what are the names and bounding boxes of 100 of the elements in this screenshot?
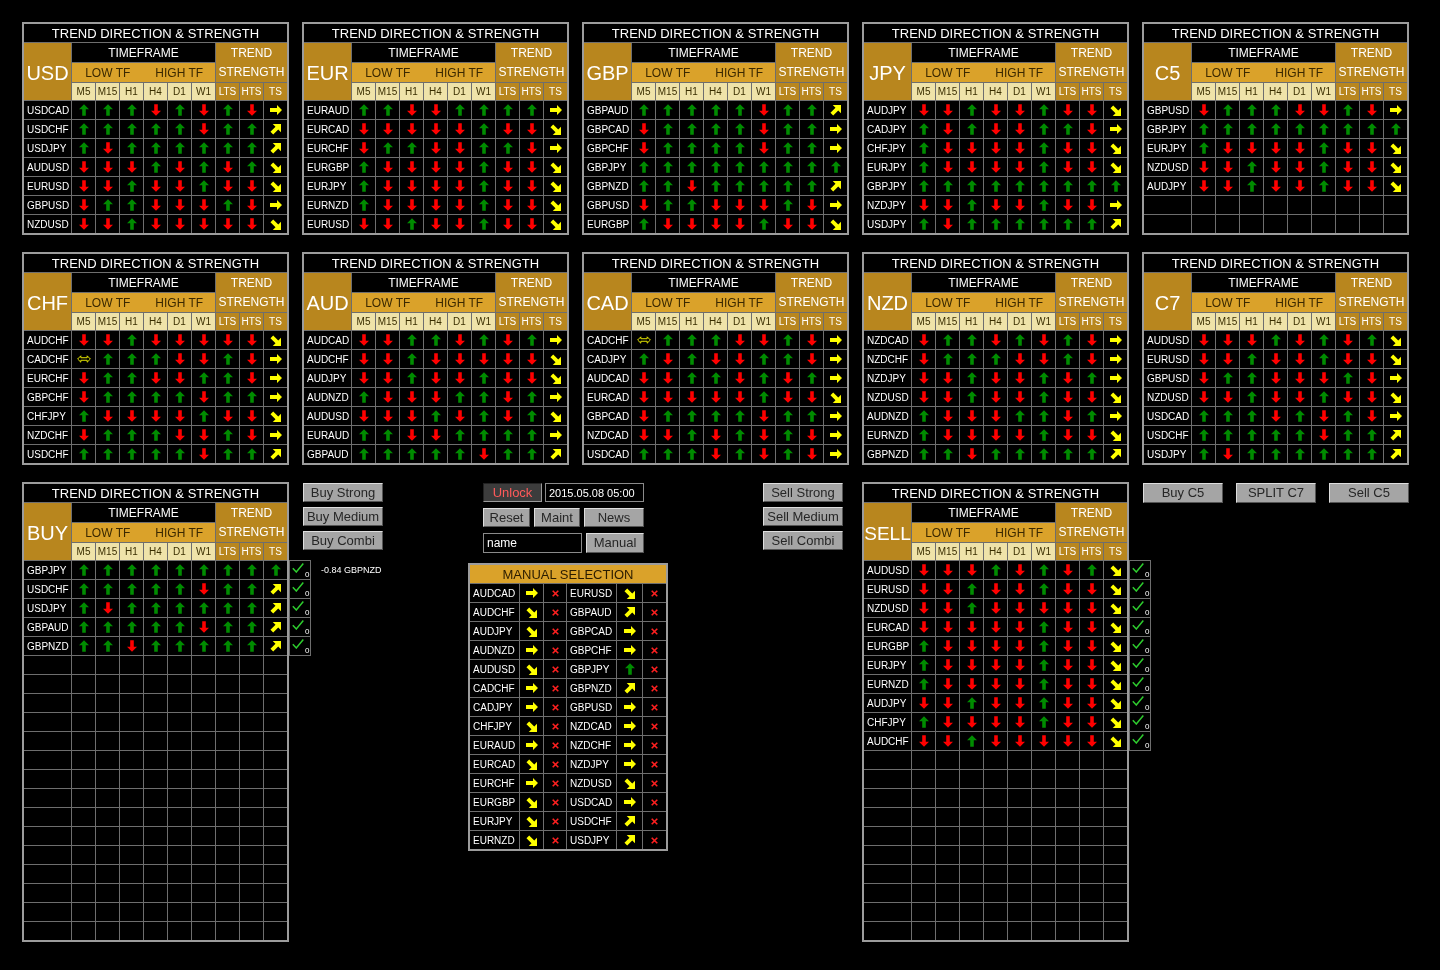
pair-label: AUDJPY (304, 369, 351, 387)
column-header: H4 (984, 543, 1007, 560)
column-header: HTS (1080, 543, 1103, 560)
pair-label: EURGBP (470, 793, 519, 811)
pair-label: GBPCHF (24, 388, 71, 406)
column-header: M5 (632, 313, 655, 330)
column-header: H1 (960, 83, 983, 100)
timeframe-heading: TIMEFRAME (912, 503, 1055, 522)
pair-label: NZDCAD (584, 426, 631, 444)
buy-medium-button[interactable]: Buy Medium (303, 507, 383, 526)
pair-label: EURNZD (470, 831, 519, 849)
cross-icon (651, 741, 658, 749)
unlock-button[interactable]: Unlock (483, 483, 542, 502)
column-header: TS (824, 83, 847, 100)
low-tf-heading: LOW TF (1205, 295, 1251, 310)
reset-button[interactable]: Reset (483, 508, 530, 527)
count-label: 0 (1145, 703, 1150, 712)
pair-label: USDJPY (1144, 445, 1191, 463)
column-header: M15 (656, 313, 679, 330)
timeframe-heading: TIMEFRAME (352, 43, 495, 62)
datetime-field[interactable]: 2015.05.08 05:00 (545, 483, 644, 502)
manual-selection-title: MANUAL SELECTION (470, 565, 666, 583)
column-header: M15 (656, 83, 679, 100)
high-tf-heading: HIGH TF (1275, 295, 1324, 310)
cross-icon (651, 703, 658, 711)
buy-combi-button[interactable]: Buy Combi (303, 531, 383, 550)
column-header: H1 (1240, 313, 1263, 330)
panel-title: TREND DIRECTION & STRENGTH (24, 254, 287, 272)
sell-strong-button[interactable]: Sell Strong (763, 483, 843, 502)
panel-title: TREND DIRECTION & STRENGTH (1144, 24, 1407, 42)
buy-strong-button[interactable]: Buy Strong (303, 483, 383, 502)
pair-label: AUDCAD (584, 369, 631, 387)
panel-title: TREND DIRECTION & STRENGTH (304, 24, 567, 42)
pair-label: GBPJPY (1144, 120, 1191, 138)
column-header: W1 (192, 543, 215, 560)
timeframe-heading: TIMEFRAME (1192, 273, 1335, 292)
count-label: 0 (305, 646, 310, 655)
trend-strength-heading: TREND STRENGTH (776, 273, 847, 312)
maint-button[interactable]: Maint (534, 508, 580, 527)
column-header: HTS (1360, 83, 1383, 100)
column-header: M15 (376, 83, 399, 100)
sell-combi-button[interactable]: Sell Combi (763, 531, 843, 550)
manual-button[interactable]: Manual (586, 533, 644, 553)
name-field[interactable]: name (483, 533, 582, 553)
timeframe-heading: TIMEFRAME (352, 273, 495, 292)
pair-label: EURCAD (304, 120, 351, 138)
pair-label: USDCAD (567, 793, 616, 811)
timeframe-heading: TIMEFRAME (632, 43, 775, 62)
cross-icon (651, 798, 658, 806)
column-header: M5 (912, 83, 935, 100)
cross-icon (551, 646, 559, 654)
pair-label: CHFJPY (864, 713, 911, 731)
pair-label: NZDUSD (864, 388, 911, 406)
column-header: TS (1104, 543, 1127, 560)
trend-strength-heading: TREND STRENGTH (216, 43, 287, 82)
cross-icon (551, 665, 559, 673)
currency-label: NZD (864, 273, 911, 330)
column-header: M15 (96, 83, 119, 100)
pair-label: USDCHF (24, 580, 71, 598)
column-header: HTS (800, 313, 823, 330)
low-tf-heading: LOW TF (1205, 65, 1251, 80)
pair-label: USDCAD (24, 101, 71, 119)
column-header: H1 (680, 313, 703, 330)
high-tf-heading: HIGH TF (435, 65, 484, 80)
pair-label: GBPNZD (864, 445, 911, 463)
column-header: M5 (72, 313, 95, 330)
news-button[interactable]: News (584, 508, 644, 527)
column-header: M15 (376, 313, 399, 330)
sell-c5-button[interactable]: Sell C5 (1329, 483, 1409, 503)
pair-label: NZDCHF (24, 426, 71, 444)
column-header: LTS (1056, 83, 1079, 100)
signal-note: -0.84 GBPNZD (321, 565, 382, 576)
cross-icon (651, 817, 658, 825)
count-label: 0 (1145, 741, 1150, 750)
pair-label: CHFJPY (470, 717, 519, 735)
column-header: HTS (520, 83, 543, 100)
pair-label: EURCHF (24, 369, 71, 387)
currency-label: CAD (584, 273, 631, 330)
cross-icon (651, 646, 658, 654)
cross-icon (551, 684, 559, 692)
count-label: 0 (1145, 646, 1150, 655)
column-header: D1 (448, 313, 471, 330)
pair-label: USDJPY (24, 599, 71, 617)
trend-strength-heading: TREND STRENGTH (216, 503, 287, 542)
column-header: LTS (216, 543, 239, 560)
trend-strength-heading: TREND STRENGTH (776, 43, 847, 82)
column-header: M15 (96, 543, 119, 560)
pair-label: NZDUSD (1144, 158, 1191, 176)
pair-label: EURJPY (1144, 139, 1191, 157)
cross-icon (651, 684, 658, 692)
column-header: H4 (144, 543, 167, 560)
buy-c5-button[interactable]: Buy C5 (1143, 483, 1223, 503)
panel-title: TREND DIRECTION & STRENGTH (584, 24, 847, 42)
count-label: 0 (1145, 722, 1150, 731)
trend-strength-heading: TREND STRENGTH (1056, 503, 1127, 542)
sell-medium-button[interactable]: Sell Medium (763, 507, 843, 526)
pair-label: NZDCAD (567, 717, 616, 735)
split-c7-button[interactable]: SPLIT C7 (1236, 483, 1316, 503)
column-header: H1 (1240, 83, 1263, 100)
pair-label: AUDNZD (470, 641, 519, 659)
